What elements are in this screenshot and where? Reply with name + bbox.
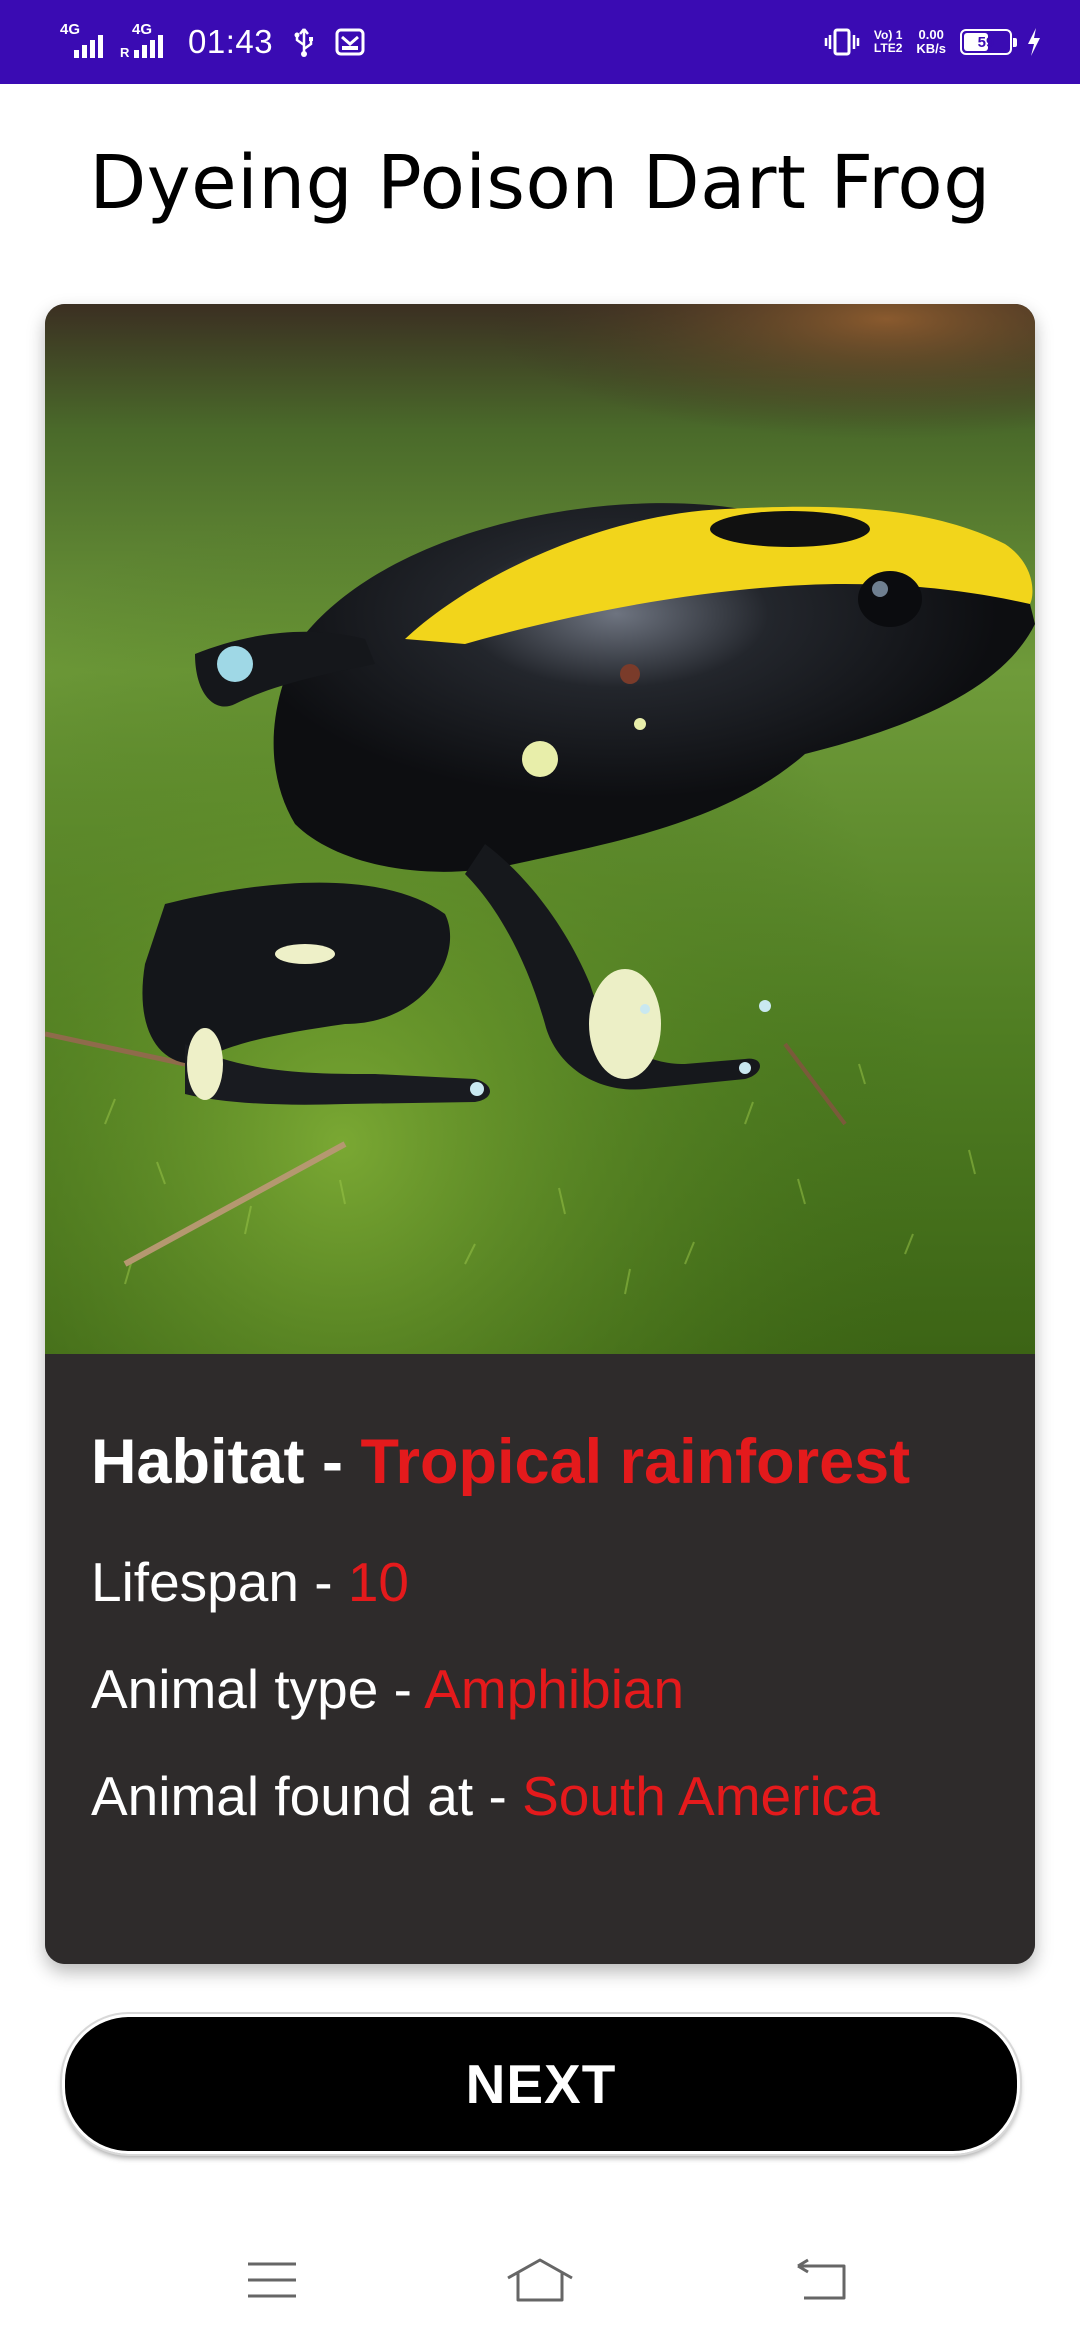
volte-indicator: Vo) 1 LTE2: [874, 29, 902, 55]
charging-icon: [1026, 27, 1042, 57]
animal-card: Habitat - Tropical rainforest Lifespan -…: [45, 304, 1035, 1964]
signal-1-icon: 4G: [60, 22, 110, 62]
menu-icon[interactable]: [232, 2250, 312, 2310]
usb-icon: [293, 27, 315, 57]
speed-value: 0.00: [918, 27, 944, 42]
habitat-label: Habitat -: [91, 1427, 361, 1497]
battery-icon: 59: [960, 29, 1017, 55]
habitat-value: Tropical rainforest: [360, 1427, 911, 1497]
found-at-row: Animal found at - South America: [91, 1764, 880, 1828]
signal-2-icon: 4G R: [120, 22, 170, 62]
status-bar: 4G 4G R 01:43 Vo) 1 LTE2 0.00 KB/s 59: [0, 0, 1080, 84]
habitat-row: Habitat - Tropical rainforest: [91, 1426, 910, 1498]
info-panel: Habitat - Tropical rainforest Lifespan -…: [45, 1354, 1035, 1964]
status-left: 4G 4G R 01:43: [60, 0, 365, 84]
lifespan-label: Lifespan -: [91, 1551, 348, 1613]
animal-type-row: Animal type - Amphibian: [91, 1657, 684, 1721]
back-icon[interactable]: [782, 2250, 862, 2310]
lifespan-value: 10: [347, 1551, 410, 1613]
found-at-value: South America: [522, 1765, 880, 1827]
navigation-bar: [0, 2220, 1080, 2340]
frog-photo: [45, 304, 1035, 1354]
home-icon[interactable]: [500, 2250, 580, 2310]
roaming-indicator: R: [120, 45, 130, 60]
battery-level: 59: [977, 33, 995, 51]
page-title: Dyeing Poison Dart Frog: [89, 140, 991, 226]
volte-sub-label: LTE2: [873, 41, 903, 55]
status-right: Vo) 1 LTE2 0.00 KB/s 59: [824, 0, 1042, 84]
next-button[interactable]: NEXT: [60, 2012, 1022, 2156]
network-speed: 0.00 KB/s: [916, 28, 946, 56]
animal-type-value: Amphibian: [424, 1658, 685, 1720]
speed-unit: KB/s: [916, 41, 946, 56]
clock: 01:43: [188, 23, 274, 60]
mail-notification-icon: [335, 28, 365, 56]
vibrate-icon: [824, 27, 860, 57]
found-at-label: Animal found at -: [91, 1765, 523, 1827]
lifespan-row: Lifespan - 10: [91, 1550, 409, 1614]
animal-type-label: Animal type -: [91, 1658, 425, 1720]
